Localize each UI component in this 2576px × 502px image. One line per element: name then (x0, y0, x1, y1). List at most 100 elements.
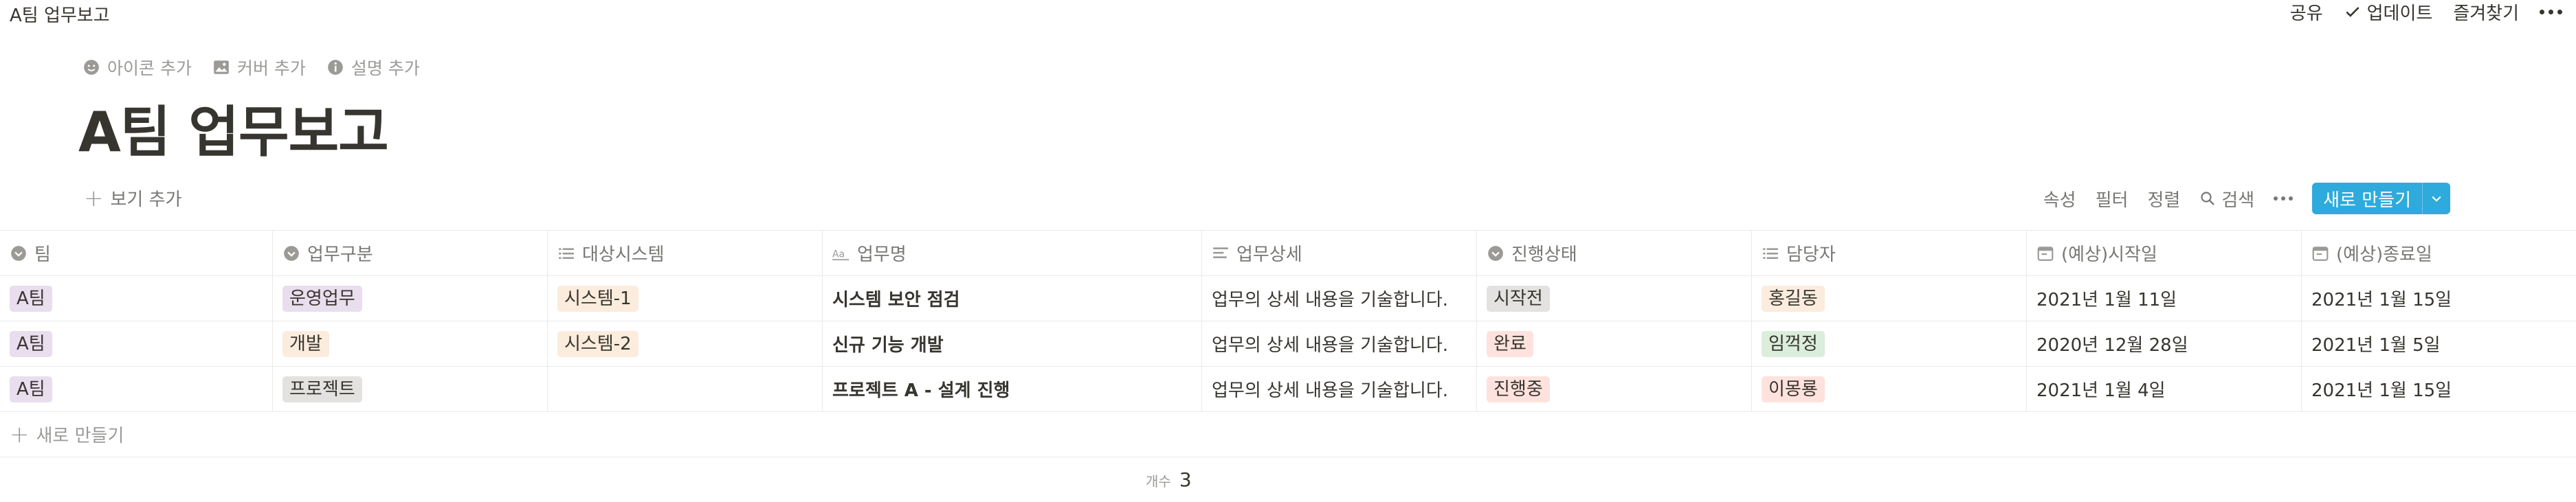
column-header-team[interactable]: 팀 (0, 231, 273, 275)
cell-team[interactable]: A팀 (0, 276, 273, 321)
column-label: 담당자 (1786, 244, 1836, 265)
column-header-owner[interactable]: 담당자 (1752, 231, 2027, 275)
cell-owner[interactable]: 임꺽정 (1752, 321, 2027, 366)
count-label: 개수 (1146, 473, 1171, 490)
properties-button[interactable]: 속성 (2043, 186, 2076, 212)
cell-end-date[interactable]: 2021년 1월 5일 (2302, 321, 2576, 366)
add-icon-label: 아이콘 추가 (107, 58, 192, 78)
topbar: A팀 업무보고 공유 업데이트 즐겨찾기 (0, 0, 2576, 26)
cell-category[interactable]: 운영업무 (273, 276, 548, 321)
column-header-end-date[interactable]: (예상)종료일 (2302, 231, 2576, 275)
team-tag: A팀 (10, 376, 52, 402)
search-label: 검색 (2221, 190, 2255, 211)
column-header-status[interactable]: 진행상태 (1477, 231, 1752, 275)
update-button[interactable]: 업데이트 (2344, 0, 2432, 25)
new-row-button[interactable]: + 새로 만들기 (0, 412, 2576, 457)
cell-start-date[interactable]: 2021년 1월 4일 (2027, 367, 2302, 411)
cell-start-date[interactable]: 2021년 1월 11일 (2027, 276, 2302, 321)
cell-start-date[interactable]: 2020년 12월 28일 (2027, 321, 2302, 366)
column-label: 진행상태 (1511, 244, 1577, 265)
multi-select-property-icon (1763, 247, 1778, 259)
owner-tag: 홍길동 (1762, 285, 1825, 312)
image-icon (214, 60, 229, 74)
status-tag: 완료 (1487, 330, 1533, 357)
add-description-label: 설명 추가 (351, 58, 420, 78)
add-view-button[interactable]: + 보기 추가 (84, 185, 181, 211)
owner-tag: 임꺽정 (1762, 330, 1825, 357)
cell-task-name[interactable]: 시스템 보안 점검 (823, 276, 1202, 321)
plus-icon: + (10, 420, 30, 448)
page-header-actions: 아이콘 추가 커버 추가 설명 추가 (82, 55, 420, 80)
cell-task-name[interactable]: 프로젝트 A - 설계 진행 (823, 367, 1202, 411)
team-tag: A팀 (10, 285, 52, 312)
column-label: (예상)종료일 (2336, 244, 2432, 265)
select-property-icon (1488, 245, 1503, 261)
cell-end-date[interactable]: 2021년 1월 15일 (2302, 367, 2576, 411)
table-row[interactable]: A팀 프로젝트 프로젝트 A - 설계 진행 업무의 상세 내용을 기술합니다.… (0, 367, 2576, 412)
cell-owner[interactable]: 이몽룡 (1752, 367, 2027, 411)
cell-system[interactable]: 시스템-1 (548, 276, 823, 321)
cell-category[interactable]: 개발 (273, 321, 548, 366)
cell-status[interactable]: 시작전 (1477, 276, 1752, 321)
column-label: 대상시스템 (582, 244, 665, 265)
cell-system[interactable] (548, 367, 823, 411)
status-tag: 시작전 (1487, 285, 1550, 312)
column-label: 업무명 (857, 244, 907, 265)
cell-team[interactable]: A팀 (0, 367, 273, 411)
new-record-dropdown[interactable] (2423, 183, 2450, 214)
chevron-down-icon (2432, 196, 2441, 202)
cell-detail[interactable]: 업무의 상세 내용을 기술합니다. (1202, 321, 1477, 366)
favorite-button[interactable]: 즐겨찾기 (2453, 0, 2519, 25)
search-button[interactable]: 검색 (2199, 186, 2254, 212)
cell-end-date[interactable]: 2021년 1월 15일 (2302, 276, 2576, 321)
cell-status[interactable]: 진행중 (1477, 367, 1752, 411)
cell-task-name[interactable]: 신규 기능 개발 (823, 321, 1202, 366)
column-label: 업무구분 (307, 244, 373, 265)
page-title[interactable]: A팀 업무보고 (78, 88, 389, 168)
system-tag: 시스템-1 (557, 285, 639, 312)
add-cover-button[interactable]: 커버 추가 (212, 55, 306, 80)
column-label: (예상)시작일 (2061, 244, 2157, 265)
cell-system[interactable]: 시스템-2 (548, 321, 823, 366)
cell-status[interactable]: 완료 (1477, 321, 1752, 366)
count-value: 3 (1179, 468, 1192, 491)
cell-detail[interactable]: 업무의 상세 내용을 기술합니다. (1202, 276, 1477, 321)
svg-text:Aa: Aa (832, 249, 845, 260)
plus-icon: + (84, 184, 104, 212)
cell-owner[interactable]: 홍길동 (1752, 276, 2027, 321)
table-row[interactable]: A팀 개발 시스템-2 신규 기능 개발 업무의 상세 내용을 기술합니다. 완… (0, 321, 2576, 367)
table-row[interactable]: A팀 운영업무 시스템-1 시스템 보안 점검 업무의 상세 내용을 기술합니다… (0, 276, 2576, 321)
category-tag: 운영업무 (282, 285, 362, 312)
cell-detail[interactable]: 업무의 상세 내용을 기술합니다. (1202, 367, 1477, 411)
column-header-detail[interactable]: 업무상세 (1202, 231, 1477, 275)
filter-button[interactable]: 필터 (2096, 186, 2129, 212)
add-view-label: 보기 추가 (110, 190, 182, 210)
more-view-options-icon[interactable] (2274, 196, 2294, 201)
more-options-icon[interactable] (2540, 9, 2562, 14)
database-table: 팀 업무구분 대상시스템 Aa 업무명 업무상세 진행상태 담당자 (예상)시작 (0, 230, 2576, 457)
check-icon (2346, 7, 2360, 17)
column-header-start-date[interactable]: (예상)시작일 (2027, 231, 2302, 275)
column-header-system[interactable]: 대상시스템 (548, 231, 823, 275)
add-cover-label: 커버 추가 (236, 58, 306, 78)
column-header-task-name[interactable]: Aa 업무명 (823, 231, 1202, 275)
title-property-icon: Aa (832, 249, 850, 260)
add-icon-button[interactable]: 아이콘 추가 (82, 55, 192, 80)
owner-tag: 이몽룡 (1762, 376, 1825, 402)
new-record-button[interactable]: 새로 만들기 (2312, 183, 2423, 214)
calendar-icon (2037, 246, 2054, 261)
cell-category[interactable]: 프로젝트 (273, 367, 548, 411)
info-icon (328, 60, 343, 75)
add-description-button[interactable]: 설명 추가 (326, 55, 420, 80)
share-button[interactable]: 공유 (2290, 0, 2323, 25)
topbar-actions: 공유 업데이트 즐겨찾기 (2290, 0, 2562, 25)
cell-team[interactable]: A팀 (0, 321, 273, 366)
multi-select-property-icon (559, 247, 574, 259)
column-header-category[interactable]: 업무구분 (273, 231, 548, 275)
text-property-icon (1213, 247, 1228, 258)
sort-button[interactable]: 정렬 (2147, 186, 2180, 212)
system-tag: 시스템-2 (557, 330, 639, 357)
row-count[interactable]: 개수 3 (1146, 468, 1192, 491)
smiley-icon (84, 60, 99, 75)
breadcrumb-page-title[interactable]: A팀 업무보고 (10, 1, 110, 27)
